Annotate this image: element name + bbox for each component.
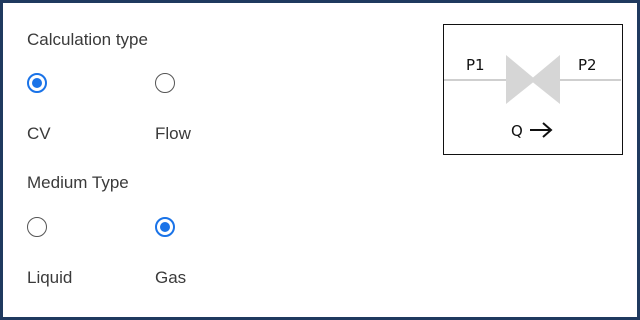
radio-flow[interactable]	[155, 73, 175, 93]
outlet-pressure-label: P2	[578, 56, 597, 74]
radio-liquid-label: Liquid	[27, 268, 73, 287]
radio-gas-label: Gas	[155, 268, 187, 287]
radio-flow-label: Flow	[155, 124, 191, 143]
calculation-panel: Calculation type CV Flow Medium Type Liq…	[0, 0, 640, 320]
flow-arrow-icon	[530, 122, 553, 138]
calculation-type-heading: Calculation type	[27, 30, 148, 49]
flow-label: Q	[511, 122, 523, 140]
radio-cv[interactable]	[27, 73, 47, 93]
valve-right-wedge	[530, 55, 560, 104]
radio-gas[interactable]	[155, 217, 175, 237]
radio-liquid[interactable]	[27, 217, 47, 237]
medium-type-heading: Medium Type	[27, 173, 129, 192]
valve-diagram: P1 P2 Q	[443, 24, 623, 155]
radio-cv-label: CV	[27, 124, 51, 143]
inlet-pressure-label: P1	[466, 56, 485, 74]
